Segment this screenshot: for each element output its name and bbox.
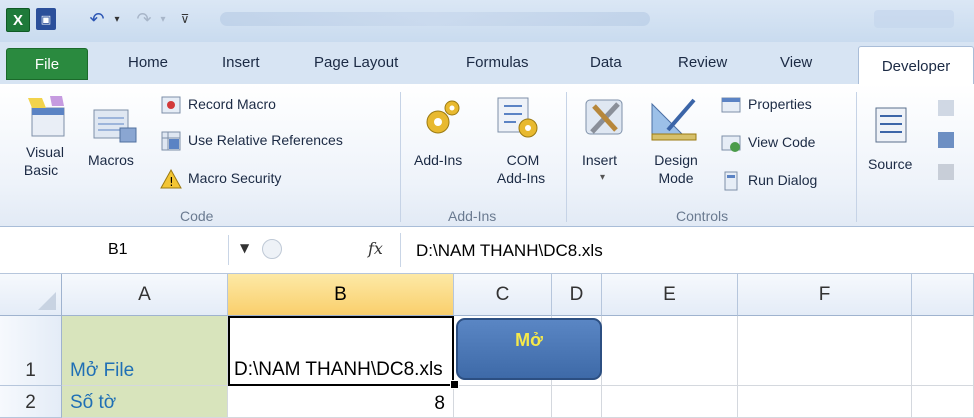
name-box-value: B1 xyxy=(108,241,128,258)
add-ins-group-label: Add-Ins xyxy=(448,208,497,224)
macros-icon[interactable] xyxy=(90,106,140,146)
visual-basic-icon[interactable] xyxy=(24,94,70,140)
column-header-a[interactable]: A xyxy=(62,274,228,316)
open-file-button[interactable]: Mở xyxy=(456,318,602,380)
formula-bar: B1 ▼ fx D:\NAM THANH\DC8.xls xyxy=(0,227,974,274)
select-all-corner[interactable] xyxy=(0,274,62,316)
code-group-label: Code xyxy=(180,208,214,224)
column-header-g[interactable] xyxy=(912,274,974,316)
cell-b2[interactable]: 8 xyxy=(228,386,454,418)
view-code-label[interactable]: View Code xyxy=(748,134,815,150)
redo-icon[interactable]: ↷ xyxy=(134,8,154,30)
run-dialog-label[interactable]: Run Dialog xyxy=(748,172,817,188)
column-header-c[interactable]: C xyxy=(454,274,552,316)
use-relative-references-label[interactable]: Use Relative References xyxy=(188,132,343,148)
developer-ribbon: Visual Basic Macros Record Macro Use Rel… xyxy=(0,84,974,227)
cell-d2[interactable] xyxy=(552,386,602,418)
undo-dropdown-icon[interactable]: ▾ xyxy=(112,8,122,30)
view-code-icon[interactable] xyxy=(720,132,742,154)
undo-icon[interactable]: ↶ xyxy=(86,8,108,30)
add-ins-gear-icon[interactable] xyxy=(420,96,464,140)
worksheet-grid: A B C D E F 1 Mở File D:\NAM THANH\DC8.x… xyxy=(0,274,974,418)
svg-text:!: ! xyxy=(169,175,174,189)
tab-developer[interactable]: Developer xyxy=(858,46,974,85)
use-relative-references-icon[interactable] xyxy=(160,130,182,152)
column-header-d[interactable]: D xyxy=(552,274,602,316)
properties-icon[interactable] xyxy=(720,94,742,116)
insert-controls-icon[interactable] xyxy=(580,92,630,142)
row-header-2[interactable]: 2 xyxy=(0,386,62,418)
run-dialog-icon[interactable] xyxy=(720,170,742,192)
save-icon[interactable]: ▣ xyxy=(36,8,56,30)
customize-toolbar-icon[interactable]: ⊽ xyxy=(178,8,192,30)
excel-logo-icon[interactable]: X xyxy=(6,8,30,32)
title-bar: X ▣ ↶ ▾ ↷ ▾ ⊽ xyxy=(0,0,974,42)
window-controls-blurred xyxy=(874,10,954,28)
name-box[interactable]: B1 xyxy=(0,235,229,265)
redo-dropdown-icon[interactable]: ▾ xyxy=(158,8,168,30)
column-header-b[interactable]: B xyxy=(228,274,454,316)
tab-page-layout[interactable]: Page Layout xyxy=(314,54,398,71)
design-mode-icon[interactable] xyxy=(648,94,700,144)
com-add-ins-icon[interactable] xyxy=(494,94,542,142)
visual-basic-label-1[interactable]: Visual xyxy=(6,144,84,160)
tab-insert[interactable]: Insert xyxy=(222,54,260,71)
xml-map-icons[interactable] xyxy=(934,98,960,188)
cell-g2[interactable] xyxy=(912,386,974,418)
cell-a1[interactable]: Mở File xyxy=(62,316,228,386)
separator xyxy=(566,92,567,222)
warning-icon[interactable]: ! xyxy=(160,168,182,190)
design-mode-label-2[interactable]: Mode xyxy=(644,170,708,186)
column-header-e[interactable]: E xyxy=(602,274,738,316)
cell-g1[interactable] xyxy=(912,316,974,386)
properties-label[interactable]: Properties xyxy=(748,96,812,112)
tab-file[interactable]: File xyxy=(6,48,88,80)
column-header-f[interactable]: F xyxy=(738,274,912,316)
insert-function-icon[interactable]: fx xyxy=(368,239,383,258)
com-add-ins-label-1[interactable]: COM xyxy=(490,152,556,168)
divider xyxy=(400,233,401,267)
cancel-entry-icon[interactable] xyxy=(262,239,282,259)
cell-c2[interactable] xyxy=(454,386,552,418)
tab-review[interactable]: Review xyxy=(678,54,727,71)
com-add-ins-label-2[interactable]: Add-Ins xyxy=(486,170,556,186)
design-mode-label-1[interactable]: Design xyxy=(644,152,708,168)
formula-input[interactable]: D:\NAM THANH\DC8.xls xyxy=(416,241,603,261)
controls-group-label: Controls xyxy=(676,208,729,224)
tab-view[interactable]: View xyxy=(780,54,812,71)
name-box-dropdown-icon[interactable]: ▼ xyxy=(240,241,249,255)
cell-f1[interactable] xyxy=(738,316,912,386)
separator xyxy=(400,92,401,222)
separator xyxy=(856,92,857,222)
insert-control-label[interactable]: Insert xyxy=(582,152,617,168)
visual-basic-label-2[interactable]: Basic xyxy=(6,162,76,178)
source-label[interactable]: Source xyxy=(868,156,912,172)
cell-e1[interactable] xyxy=(602,316,738,386)
row-header-1[interactable]: 1 xyxy=(0,316,62,386)
cell-e2[interactable] xyxy=(602,386,738,418)
macros-label[interactable]: Macros xyxy=(88,152,134,168)
source-icon[interactable] xyxy=(872,104,914,146)
cell-b1[interactable]: D:\NAM THANH\DC8.xls xyxy=(228,316,454,386)
window-title-blurred xyxy=(220,12,650,26)
add-ins-label[interactable]: Add-Ins xyxy=(414,152,462,168)
tab-data[interactable]: Data xyxy=(590,54,622,71)
record-macro-icon[interactable] xyxy=(160,94,182,116)
record-macro-label[interactable]: Record Macro xyxy=(188,96,276,112)
fill-handle[interactable] xyxy=(450,380,459,389)
tab-home[interactable]: Home xyxy=(128,54,168,71)
cell-f2[interactable] xyxy=(738,386,912,418)
tab-formulas[interactable]: Formulas xyxy=(466,54,529,71)
macro-security-label[interactable]: Macro Security xyxy=(188,170,281,186)
cell-a2[interactable]: Số tờ xyxy=(62,386,228,418)
insert-dropdown-icon[interactable]: ▾ xyxy=(600,172,605,183)
ribbon-tabs: File Home Insert Page Layout Formulas Da… xyxy=(0,42,974,85)
